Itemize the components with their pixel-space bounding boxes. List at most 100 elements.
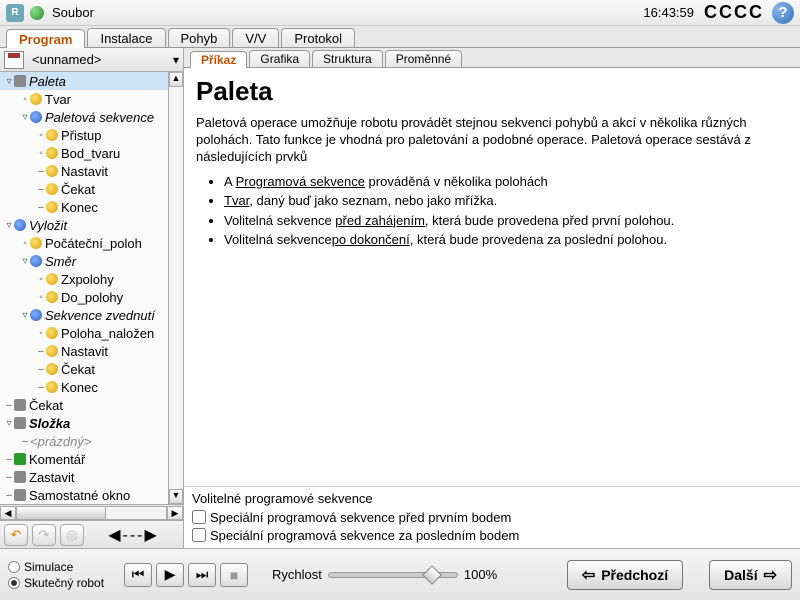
left-panel: <unnamed> ▾ ▿Paleta◦Tvar▿Paletová sekven…	[0, 48, 184, 548]
maintab-program[interactable]: Program	[6, 29, 85, 48]
node-icon	[30, 111, 42, 123]
node-icon	[14, 471, 26, 483]
tree-node[interactable]: ◦Počáteční_poloh	[0, 234, 168, 252]
tree-node[interactable]: –Konec	[0, 378, 168, 396]
tree-node[interactable]: –Zastavit	[0, 468, 168, 486]
scroll-down-icon[interactable]: ▼	[169, 489, 183, 504]
redo-button[interactable]: ↷	[32, 524, 56, 546]
node-label: Bod_tvaru	[61, 146, 120, 161]
sub-tabs: PříkazGrafikaStrukturaProměnné	[184, 48, 800, 68]
maintab-v/v[interactable]: V/V	[232, 28, 279, 47]
tree-node[interactable]: –Čekat	[0, 396, 168, 414]
subtab-struktura[interactable]: Struktura	[312, 50, 383, 67]
tree-node[interactable]: ◦Zxpolohy	[0, 270, 168, 288]
node-icon	[14, 417, 26, 429]
tree-node[interactable]: ▿Paleta	[0, 72, 168, 90]
next-button[interactable]: Další	[709, 560, 792, 590]
opt-after-checkbox[interactable]: Speciální programová sekvence za posledn…	[192, 526, 792, 544]
maintab-instalace[interactable]: Instalace	[87, 28, 165, 47]
node-label: Nastavit	[61, 344, 108, 359]
previous-button[interactable]: Předchozí	[567, 560, 683, 590]
subtab-proměnné[interactable]: Proměnné	[385, 50, 462, 67]
speed-label: Rychlost	[272, 567, 322, 582]
node-label: Přistup	[61, 128, 101, 143]
tree-node[interactable]: ▿Sekvence zvednutí	[0, 306, 168, 324]
tree-node[interactable]: ◦Do_polohy	[0, 288, 168, 306]
node-label: Směr	[45, 254, 76, 269]
program-name[interactable]: <unnamed>	[28, 52, 169, 67]
play-button[interactable]: ▶	[156, 563, 184, 587]
help-button[interactable]: ?	[772, 2, 794, 24]
file-bar: <unnamed> ▾	[0, 48, 183, 72]
skip-fwd-button[interactable]: ⏭	[188, 563, 216, 587]
program-tree[interactable]: ▿Paleta◦Tvar▿Paletová sekvence◦Přistup◦B…	[0, 72, 168, 504]
maintab-pohyb[interactable]: Pohyb	[168, 28, 231, 47]
real-robot-radio[interactable]: Skutečný robot	[8, 576, 104, 590]
simulation-radio[interactable]: Simulace	[8, 560, 104, 574]
file-menu[interactable]: Soubor	[52, 5, 94, 20]
node-label: Vyložit	[29, 218, 67, 233]
target-button[interactable]: ◎	[60, 524, 84, 546]
node-label: Čekat	[61, 182, 95, 197]
opt-before-checkbox[interactable]: Speciální programová sekvence před první…	[192, 508, 792, 526]
subtab-příkaz[interactable]: Příkaz	[190, 51, 247, 68]
maintab-protokol[interactable]: Protokol	[281, 28, 355, 47]
program-dropdown-icon[interactable]: ▾	[169, 53, 183, 67]
tree-node[interactable]: ◦Tvar	[0, 90, 168, 108]
node-icon	[46, 381, 58, 393]
status-cccc: CCCC	[704, 2, 764, 23]
tree-node[interactable]: ◦Poloha_naložen	[0, 324, 168, 342]
save-icon[interactable]	[4, 51, 24, 69]
node-label: Nastavit	[61, 164, 108, 179]
content-description: Paletová operace umožňuje robotu provádě…	[196, 115, 788, 166]
scroll-up-icon[interactable]: ▲	[169, 72, 183, 87]
tree-node[interactable]: ◦Bod_tvaru	[0, 144, 168, 162]
tree-node[interactable]: –Čekat	[0, 180, 168, 198]
node-label: Samostatné okno	[29, 488, 130, 503]
content-title: Paleta	[196, 76, 788, 107]
node-icon	[14, 489, 26, 501]
tree-node[interactable]: –Nastavit	[0, 162, 168, 180]
tree-node[interactable]: –Konec	[0, 198, 168, 216]
tree-node[interactable]: –Komentář	[0, 450, 168, 468]
tree-node[interactable]: ▿Složka	[0, 414, 168, 432]
tree-hscroll[interactable]: ◀ ▶	[0, 504, 183, 520]
tree-node[interactable]: ▿Paletová sekvence	[0, 108, 168, 126]
globe-icon	[30, 6, 44, 20]
main-tabs: ProgramInstalacePohybV/VProtokol	[0, 26, 800, 48]
node-label: Zxpolohy	[61, 272, 114, 287]
node-label: Do_polohy	[61, 290, 123, 305]
node-label: Sekvence zvednutí	[45, 308, 155, 323]
speed-control: Rychlost 100%	[272, 567, 497, 582]
tree-vscroll[interactable]: ▲ ▼	[168, 72, 183, 504]
topbar: R Soubor 16:43:59 CCCC ?	[0, 0, 800, 26]
stop-button[interactable]: ■	[220, 563, 248, 587]
node-icon	[14, 75, 26, 87]
node-label: Zastavit	[29, 470, 75, 485]
move-arrows-icon[interactable]: ◀---▶	[88, 525, 179, 545]
node-label: Konec	[61, 380, 98, 395]
scroll-left-icon[interactable]: ◀	[0, 506, 16, 520]
tree-node[interactable]: –Čekat	[0, 360, 168, 378]
node-icon	[46, 165, 58, 177]
transport-controls: ⏮ ▶ ⏭ ■	[124, 563, 248, 587]
scroll-right-icon[interactable]: ▶	[167, 506, 183, 520]
node-icon	[30, 255, 42, 267]
undo-button[interactable]: ↶	[4, 524, 28, 546]
skip-back-button[interactable]: ⏮	[124, 563, 152, 587]
node-label: Paletová sekvence	[45, 110, 154, 125]
node-icon	[46, 327, 58, 339]
speed-value: 100%	[464, 567, 497, 582]
tree-node[interactable]: ▿Směr	[0, 252, 168, 270]
speed-slider[interactable]	[328, 572, 458, 578]
subtab-grafika[interactable]: Grafika	[249, 50, 310, 67]
tree-node[interactable]: –Nastavit	[0, 342, 168, 360]
node-icon	[30, 93, 42, 105]
tree-node[interactable]: ▿Vyložit	[0, 216, 168, 234]
tree-node[interactable]: –<prázdný>	[0, 432, 168, 450]
app-logo: R	[6, 4, 24, 22]
tree-node[interactable]: ◦Přistup	[0, 126, 168, 144]
bullet-1: A Programová sekvence prováděná v několi…	[224, 172, 788, 192]
node-label: Čekat	[29, 398, 63, 413]
tree-node[interactable]: –Samostatné okno	[0, 486, 168, 504]
